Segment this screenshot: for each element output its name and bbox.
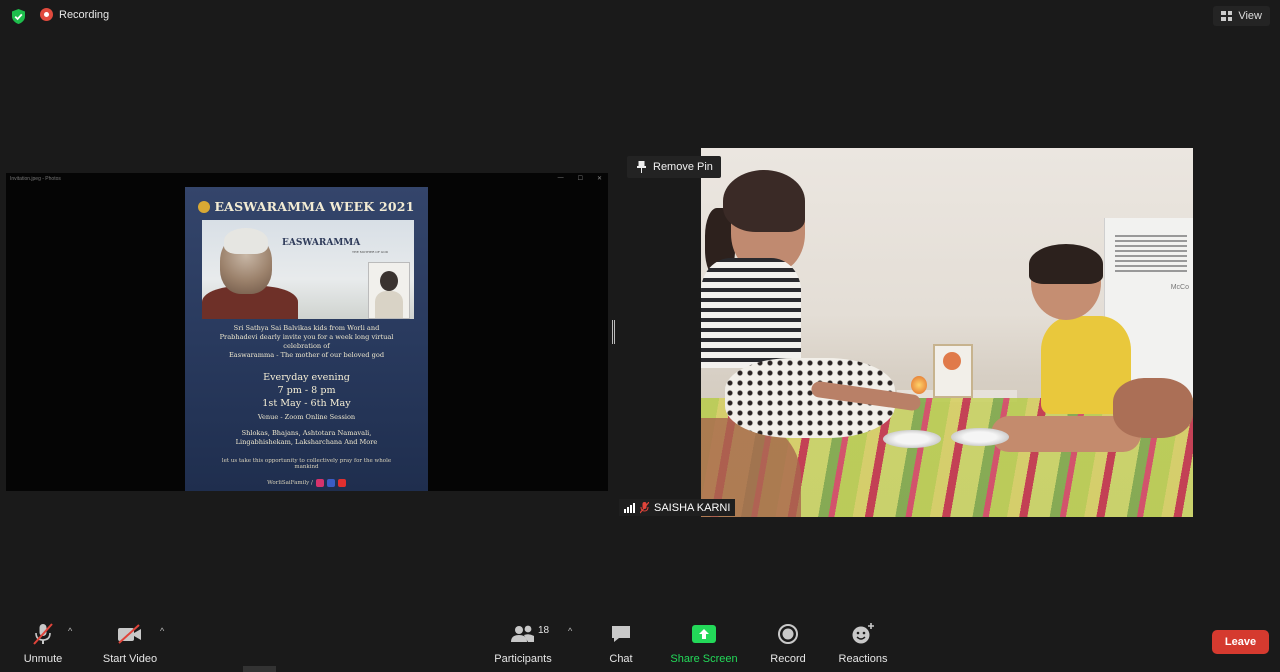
instagram-icon [315,479,324,487]
shared-window-title: Invitation.jpeg - Photos [10,176,61,182]
start-video-button[interactable]: Start Video [100,612,160,668]
poster-social: WorliSaiFamily / [185,479,428,487]
recording-label: Recording [59,8,110,21]
record-icon [778,624,798,644]
program-line: Lingabhishekam, Laksharchana And More [235,438,378,446]
invite-line: Easwaramma - The mother of our beloved g… [228,351,385,359]
closing-line: mankind [294,464,319,470]
meeting-toolbar: Unmute ^ Start Video ^ Participants 18 ^ [0,612,1280,672]
participant-name-tag: SAISHA KARNI [619,499,736,516]
people-icon [511,625,534,642]
participant-video[interactable]: McCo [701,148,1193,517]
leave-button[interactable]: Leave [1212,630,1269,654]
remove-pin-button[interactable]: Remove Pin [627,156,721,178]
poster-photo-subcaption: THE MOTHER OF GOD [352,250,389,254]
reactions-button[interactable]: Reactions [835,612,891,668]
share-arrow-up-icon [692,625,716,643]
mic-muted-icon [640,501,649,513]
chat-label: Chat [609,653,633,665]
program-line: Shlokas, Bhajans, Ashtotara Namavali, [241,429,372,437]
altar-photo [933,344,973,398]
maximize-icon: ☐ [577,176,583,182]
participants-button[interactable]: Participants [492,612,554,668]
youtube-icon [337,479,346,487]
remove-pin-label: Remove Pin [653,161,713,173]
chat-bubble-icon [612,626,630,642]
participants-options-chevron-up-icon[interactable]: ^ [568,626,572,636]
participants-label: Participants [494,653,552,665]
poster-venue: Venue - Zoom Online Session [257,413,356,421]
pin-icon [637,161,646,173]
plate [951,428,1009,446]
share-screen-label: Share Screen [670,653,738,665]
schedule-line: 7 pm - 8 pm [277,385,336,396]
participants-count: 18 [538,625,550,636]
boy-figure [991,244,1191,484]
plate [883,430,941,448]
shared-window-controls: — ☐ ✕ [558,175,602,182]
reactions-label: Reactions [838,653,888,665]
mic-slash-icon [33,623,53,645]
smiley-plus-icon [852,623,874,644]
schedule-line: 1st May - 6th May [262,398,351,409]
social-handle: WorliSaiFamily / [267,480,313,486]
participant-name: SAISHA KARNI [654,501,731,514]
video-options-chevron-up-icon[interactable]: ^ [160,626,164,636]
poster-invite-text: Sri Sathya Sai Balvikas kids from Worli … [185,324,428,360]
oil-lamp [911,376,927,394]
signal-bars-icon [624,502,635,513]
poster-schedule: Everyday evening 7 pm - 8 pm 1st May - 6… [185,371,428,410]
grid-icon [1221,11,1233,21]
taskbar-stub [243,666,276,672]
record-label: Record [770,653,806,665]
shared-screen: Invitation.jpeg - Photos — ☐ ✕ EASWARAMM… [6,173,608,491]
start-video-label: Start Video [102,653,158,665]
unmute-label: Unmute [23,653,63,665]
close-icon: ✕ [596,176,602,182]
poster-program: Shlokas, Bhajans, Ashtotara Namavali, Li… [185,429,428,447]
camera-slash-icon [118,624,141,644]
invitation-poster: EASWARAMMA WEEK 2021 EASWARAMMA THE MOTH… [185,187,428,491]
recording-indicator[interactable]: Recording [40,8,109,21]
view-button[interactable]: View [1213,6,1270,26]
share-screen-button[interactable]: Share Screen [668,612,740,668]
schedule-line: Everyday evening [263,372,350,383]
poster-closing: let us take this opportunity to collecti… [185,458,428,470]
view-label: View [1238,10,1262,22]
minimize-icon: — [557,175,564,181]
record-button[interactable]: Record [765,612,811,668]
split-divider-handle[interactable] [612,320,615,344]
emblem-icon [198,201,211,213]
girl-figure [701,168,922,488]
invite-line: Sri Sathya Sai Balvikas kids from Worli … [233,324,380,332]
invite-line: Prabhadevi dearly invite you for a week … [219,333,394,341]
poster-photo: EASWARAMMA THE MOTHER OF GOD [202,220,414,319]
poster-title-text: EASWARAMMA WEEK 2021 [214,199,415,214]
meeting-top-bar: Recording View [0,0,1280,34]
facebook-icon [326,479,335,487]
shield-check-icon[interactable] [10,8,27,25]
poster-inset-portrait [368,262,410,319]
invite-line: celebration of [283,342,330,350]
record-dot-icon [40,8,53,21]
unmute-button[interactable]: Unmute [18,612,68,668]
poster-title: EASWARAMMA WEEK 2021 [185,199,428,214]
chat-button[interactable]: Chat [601,612,641,668]
poster-photo-caption: EASWARAMMA [282,238,361,248]
audio-options-chevron-up-icon[interactable]: ^ [68,626,72,636]
